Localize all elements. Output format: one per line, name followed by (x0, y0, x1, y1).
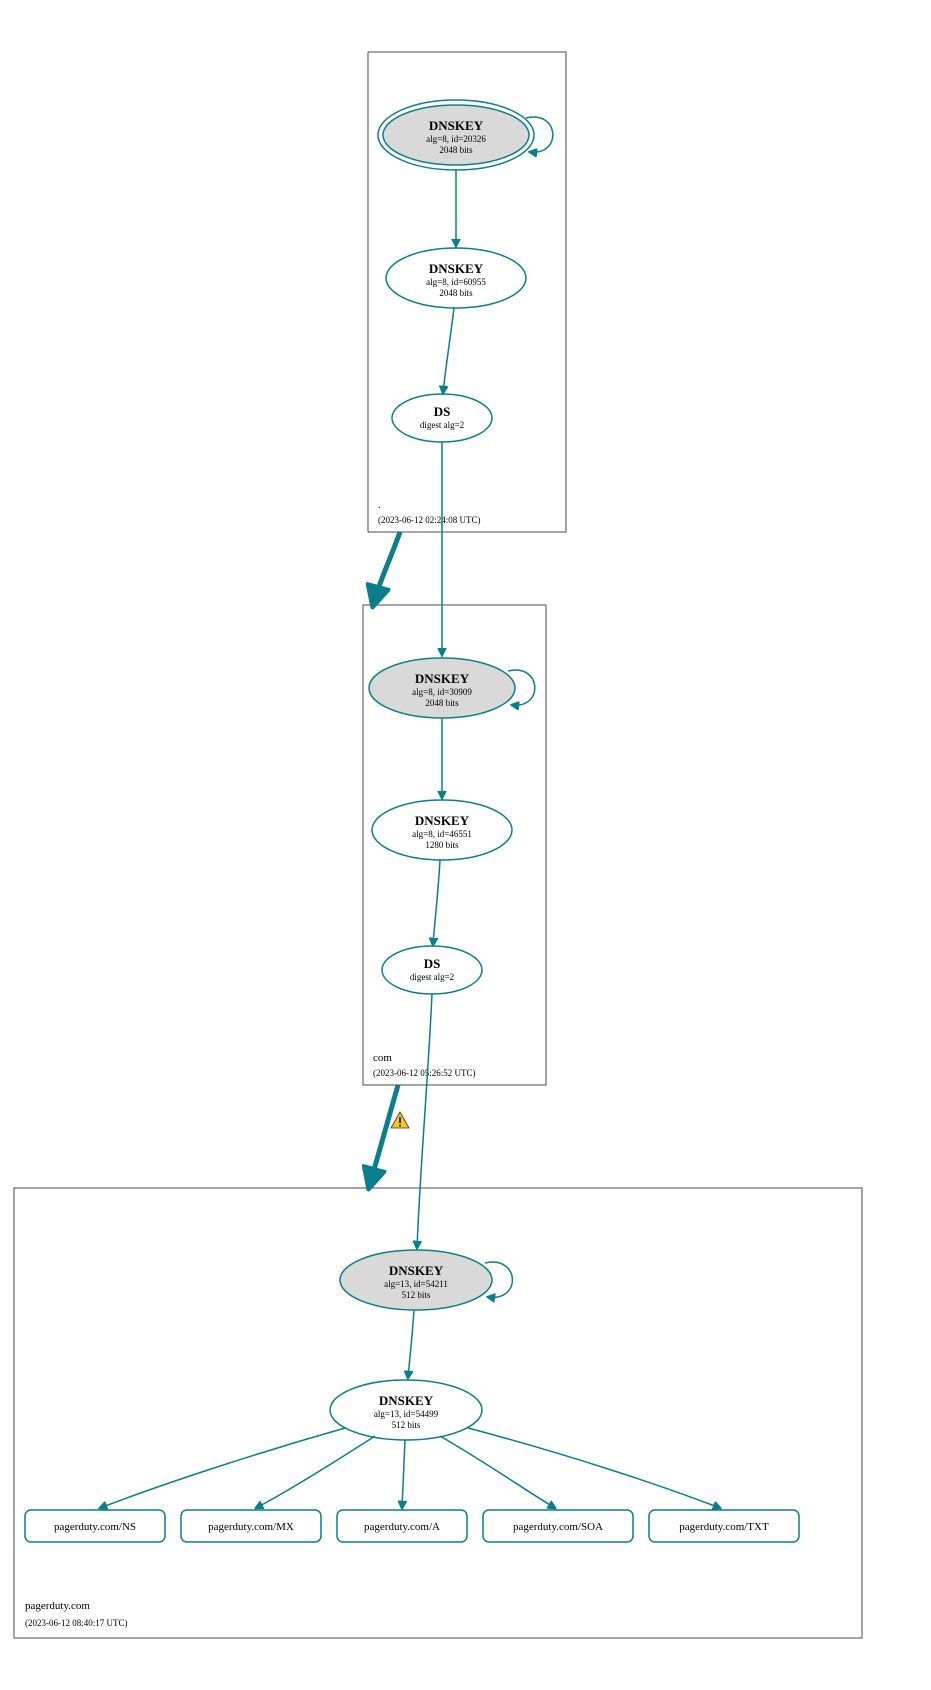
node-com-ksk: DNSKEY alg=8, id=30909 2048 bits (369, 658, 515, 718)
com-ds-alg: digest alg=2 (410, 972, 454, 982)
dnssec-diagram: . (2023-06-12 02:24:08 UTC) DNSKEY alg=8… (0, 0, 931, 1690)
zone-com: com (2023-06-12 05:26:52 UTC) DNSKEY alg… (363, 442, 546, 1085)
warning-icon (391, 1112, 409, 1128)
edge-zsk-ns (100, 1428, 345, 1508)
domain-ksk-alg: alg=13, id=54211 (384, 1279, 448, 1289)
record-txt-label: pagerduty.com/TXT (679, 1521, 769, 1533)
com-zsk-bits: 1280 bits (425, 840, 459, 850)
com-ksk-alg: alg=8, id=30909 (412, 687, 472, 697)
node-root-ksk: DNSKEY alg=8, id=20326 2048 bits (378, 100, 534, 170)
root-ds-title: DS (434, 404, 451, 419)
node-com-ds: DS digest alg=2 (382, 946, 482, 994)
record-mx: pagerduty.com/MX (181, 1510, 321, 1542)
node-com-zsk: DNSKEY alg=8, id=46551 1280 bits (372, 800, 512, 860)
edge-root-zsk-ds (443, 308, 454, 393)
com-zsk-alg: alg=8, id=46551 (412, 829, 472, 839)
zone-com-label: com (373, 1052, 392, 1064)
zone-root-label: . (378, 499, 381, 511)
record-mx-label: pagerduty.com/MX (208, 1521, 294, 1533)
record-ns: pagerduty.com/NS (25, 1510, 165, 1542)
edge-zsk-txt (468, 1428, 720, 1508)
domain-zsk-bits: 512 bits (392, 1420, 421, 1430)
edge-domain-ksk-zsk (408, 1310, 414, 1378)
zone-root-timestamp: (2023-06-12 02:24:08 UTC) (378, 515, 481, 525)
record-soa: pagerduty.com/SOA (483, 1510, 633, 1542)
root-ds-alg: digest alg=2 (420, 420, 464, 430)
node-domain-ksk: DNSKEY alg=13, id=54211 512 bits (340, 1250, 492, 1310)
zone-domain-timestamp: (2023-06-12 08:40:17 UTC) (25, 1618, 128, 1628)
zone-root: . (2023-06-12 02:24:08 UTC) DNSKEY alg=8… (368, 52, 566, 532)
root-ksk-title: DNSKEY (429, 118, 484, 133)
root-ksk-bits: 2048 bits (439, 145, 473, 155)
edge-zsk-a (402, 1440, 405, 1508)
record-a-label: pagerduty.com/A (364, 1521, 440, 1533)
com-ksk-title: DNSKEY (415, 671, 470, 686)
record-soa-label: pagerduty.com/SOA (513, 1521, 603, 1533)
domain-zsk-alg: alg=13, id=54499 (374, 1409, 439, 1419)
domain-zsk-title: DNSKEY (379, 1393, 434, 1408)
edge-com-zsk-ds (433, 860, 440, 945)
com-ds-title: DS (424, 956, 441, 971)
domain-ksk-bits: 512 bits (402, 1290, 431, 1300)
record-ns-label: pagerduty.com/NS (54, 1521, 136, 1533)
zone-domain: pagerduty.com (2023-06-12 08:40:17 UTC) … (14, 994, 862, 1638)
edge-com-ds-to-domain-ksk (417, 994, 432, 1248)
node-domain-zsk: DNSKEY alg=13, id=54499 512 bits (330, 1380, 482, 1440)
record-txt: pagerduty.com/TXT (649, 1510, 799, 1542)
edge-com-to-domain-delegation (370, 1085, 398, 1184)
edge-zsk-mx (256, 1436, 375, 1508)
root-ksk-alg: alg=8, id=20326 (426, 134, 486, 144)
node-root-zsk: DNSKEY alg=8, id=60955 2048 bits (386, 248, 526, 308)
root-zsk-title: DNSKEY (429, 261, 484, 276)
domain-ksk-title: DNSKEY (389, 1263, 444, 1278)
edge-root-to-com-delegation (374, 532, 400, 602)
record-a: pagerduty.com/A (337, 1510, 467, 1542)
root-zsk-alg: alg=8, id=60955 (426, 277, 486, 287)
node-root-ds: DS digest alg=2 (392, 394, 492, 442)
com-ksk-bits: 2048 bits (425, 698, 459, 708)
zone-domain-label: pagerduty.com (25, 1600, 90, 1612)
com-zsk-title: DNSKEY (415, 813, 470, 828)
root-zsk-bits: 2048 bits (439, 288, 473, 298)
zone-com-timestamp: (2023-06-12 05:26:52 UTC) (373, 1068, 476, 1078)
